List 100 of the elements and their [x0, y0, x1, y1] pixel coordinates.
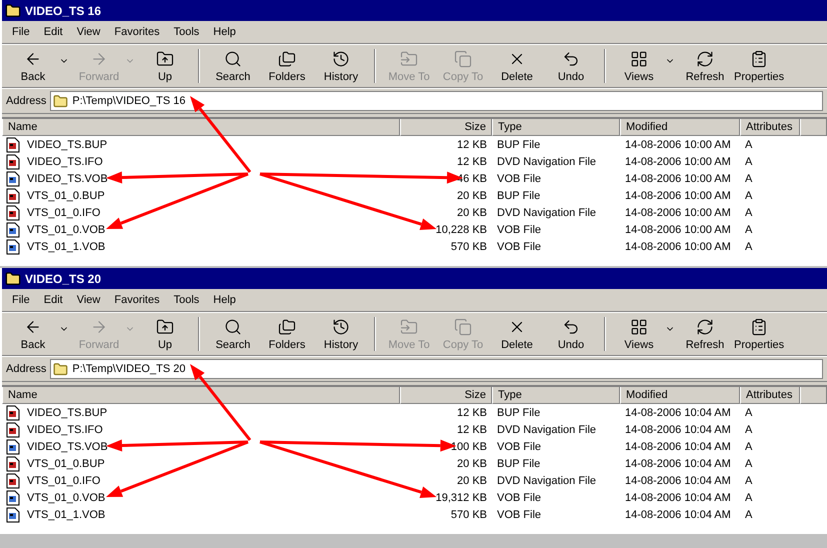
toolbar-button[interactable]: Search: [206, 46, 260, 86]
menu-item[interactable]: Tools: [168, 293, 206, 307]
column-header[interactable]: Name: [2, 119, 400, 136]
column-header[interactable]: Size: [400, 387, 492, 404]
toolbar-button[interactable]: Undo: [544, 46, 598, 86]
menu-item[interactable]: View: [70, 293, 106, 307]
file-attributes: A: [744, 138, 754, 150]
modified-date: 14-08-2006 10:04 AM: [624, 458, 732, 470]
file-name[interactable]: VIDEO_TS.VOB: [22, 440, 113, 452]
folders-icon: [278, 318, 296, 336]
toolbar-button[interactable]: History: [314, 46, 368, 86]
file-name[interactable]: VTS_01_0.VOB: [22, 224, 110, 236]
file-name[interactable]: VTS_01_0.BUP: [22, 458, 110, 470]
clock-icon: [332, 50, 350, 68]
column-header[interactable]: Attributes: [740, 119, 800, 136]
clipboard-icon: [750, 318, 768, 336]
folder-up-icon: [156, 50, 174, 68]
refresh-icon: [696, 50, 714, 68]
file-name[interactable]: VIDEO_TS.BUP: [22, 138, 112, 150]
file-size: 10,228 KB: [434, 224, 488, 236]
menu-item[interactable]: Tools: [168, 25, 206, 39]
search-icon: [224, 50, 242, 68]
menu-item[interactable]: Help: [207, 25, 242, 39]
file-name[interactable]: VTS_01_1.VOB: [22, 508, 110, 520]
toolbar-button[interactable]: Views: [612, 46, 678, 86]
toolbar-button[interactable]: Folders: [260, 314, 314, 354]
file-type: VOB File: [496, 240, 542, 252]
toolbar-button[interactable]: Delete: [490, 314, 544, 354]
undo-icon: [562, 318, 580, 336]
menu-item[interactable]: Help: [207, 293, 242, 307]
file-attributes: A: [744, 474, 754, 486]
file-attributes: A: [744, 458, 754, 470]
file-type: VOB File: [496, 172, 542, 184]
column-header[interactable]: Modified: [620, 387, 740, 404]
refresh-icon: [696, 318, 714, 336]
modified-date: 14-08-2006 10:00 AM: [624, 224, 732, 236]
file-name[interactable]: VIDEO_TS.BUP: [22, 406, 112, 418]
dvd-file-icon: [6, 404, 20, 420]
file-name[interactable]: VIDEO_TS.IFO: [22, 156, 108, 168]
file-size: 12 KB: [456, 406, 488, 418]
toolbar-button[interactable]: Folders: [260, 46, 314, 86]
modified-date: 14-08-2006 10:00 AM: [624, 190, 732, 202]
toolbar-button[interactable]: Views: [612, 314, 678, 354]
column-header[interactable]: Type: [492, 119, 620, 136]
file-name[interactable]: VTS_01_0.IFO: [22, 474, 106, 486]
file-name[interactable]: VIDEO_TS.VOB: [22, 172, 113, 184]
file-attributes: A: [744, 172, 754, 184]
address-field[interactable]: P:\Temp\VIDEO_TS 16: [50, 91, 823, 111]
toolbar-button[interactable]: Refresh: [678, 46, 732, 86]
toolbar-button[interactable]: Undo: [544, 314, 598, 354]
dvd-file-icon: [6, 472, 20, 488]
menu-item[interactable]: Favorites: [108, 293, 166, 307]
file-size: 570 KB: [450, 240, 488, 252]
column-header[interactable]: Attributes: [740, 387, 800, 404]
file-name[interactable]: VIDEO_TS.IFO: [22, 424, 108, 436]
menu-item[interactable]: Edit: [38, 293, 69, 307]
toolbar-button[interactable]: History: [314, 314, 368, 354]
video-file-icon: [6, 238, 20, 254]
address-field[interactable]: P:\Temp\VIDEO_TS 20: [50, 359, 823, 379]
column-header[interactable]: Size: [400, 119, 492, 136]
toolbar-button[interactable]: Search: [206, 314, 260, 354]
file-type: DVD Navigation File: [496, 206, 598, 218]
dvd-file-icon: [6, 136, 20, 152]
modified-date: 14-08-2006 10:04 AM: [624, 424, 732, 436]
modified-date: 14-08-2006 10:04 AM: [624, 508, 732, 520]
file-attributes: A: [744, 156, 754, 168]
toolbar-button[interactable]: Back: [6, 314, 72, 354]
menu-item[interactable]: Favorites: [108, 25, 166, 39]
menu-item[interactable]: Edit: [38, 25, 69, 39]
column-header[interactable]: Name: [2, 387, 400, 404]
modified-date: 14-08-2006 10:04 AM: [624, 440, 732, 452]
file-type: BUP File: [496, 190, 542, 202]
toolbar-button[interactable]: Refresh: [678, 314, 732, 354]
video-file-icon: [6, 490, 20, 506]
file-size: 12 KB: [456, 138, 488, 150]
file-attributes: A: [744, 406, 754, 418]
file-name[interactable]: VTS_01_1.VOB: [22, 240, 110, 252]
column-header[interactable]: Type: [492, 387, 620, 404]
file-size: 12 KB: [456, 424, 488, 436]
file-name[interactable]: VTS_01_0.BUP: [22, 190, 110, 202]
modified-date: 14-08-2006 10:00 AM: [624, 138, 732, 150]
menu-item[interactable]: View: [70, 25, 106, 39]
window-title: VIDEO_TS 20: [25, 272, 102, 286]
toolbar-button[interactable]: Up: [138, 314, 192, 354]
toolbar-button[interactable]: Back: [6, 46, 72, 86]
file-size: 100 KB: [450, 440, 488, 452]
toolbar-button[interactable]: Up: [138, 46, 192, 86]
folder-up-icon: [156, 318, 174, 336]
column-header[interactable]: Modified: [620, 119, 740, 136]
clock-icon: [332, 318, 350, 336]
toolbar-button[interactable]: Properties: [732, 46, 786, 86]
dvd-file-icon: [6, 188, 20, 204]
file-name[interactable]: VTS_01_0.IFO: [22, 206, 106, 218]
toolbar-button[interactable]: Delete: [490, 46, 544, 86]
menu-item[interactable]: File: [6, 293, 36, 307]
toolbar-button[interactable]: Properties: [732, 314, 786, 354]
file-name[interactable]: VTS_01_0.VOB: [22, 492, 110, 504]
menu-item[interactable]: File: [6, 25, 36, 39]
file-attributes: A: [744, 240, 754, 252]
file-size: 20 KB: [456, 458, 488, 470]
